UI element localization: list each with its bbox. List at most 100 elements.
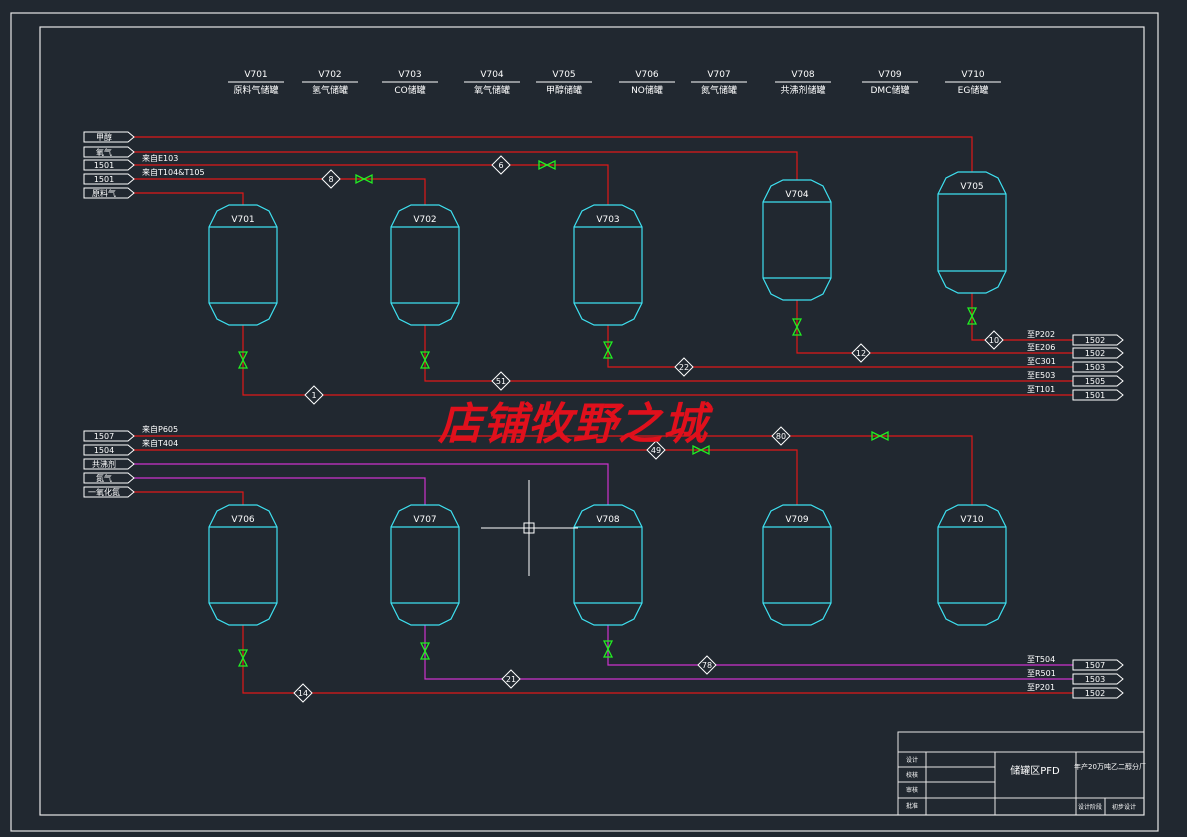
outlet-tag[interactable]: 1505 [1072, 375, 1124, 387]
legend-tag: V702 [318, 70, 341, 80]
line-note: 至R501 [1027, 669, 1056, 678]
design-stage-label: 设计阶段 [1078, 803, 1102, 811]
legend-name: CO储罐 [394, 84, 425, 96]
outlet-tag[interactable]: 1502 [1072, 687, 1124, 699]
legend-tag: V708 [791, 70, 815, 80]
vessel-v703[interactable]: V703 [573, 204, 643, 326]
outlet-tag[interactable]: 1502 [1072, 347, 1124, 359]
stream-number: 8 [321, 169, 341, 189]
svg-text:1503: 1503 [1085, 363, 1105, 372]
outlet-tag[interactable]: 1503 [1072, 673, 1124, 685]
legend-tag: V710 [961, 70, 985, 80]
stream-number: 51 [491, 371, 511, 391]
stream-number: 14 [293, 683, 313, 703]
vessel-v710[interactable]: V710 [937, 504, 1007, 626]
inlet-tag[interactable]: 甲醇 [83, 131, 135, 143]
titleblock-row-label: 批准 [906, 802, 918, 810]
stream-number: 78 [697, 655, 717, 675]
legend-name: NO储罐 [631, 84, 663, 96]
inlet-tag[interactable]: 氮气 [83, 472, 135, 484]
line-note: 至C301 [1027, 357, 1056, 366]
vessel-v701[interactable]: V701 [208, 204, 278, 326]
outlet-tag[interactable]: 1501 [1072, 389, 1124, 401]
design-stage-value: 初步设计 [1112, 803, 1136, 811]
inlet-tag[interactable]: 共沸剂 [83, 458, 135, 470]
outlet-tag[interactable]: 1507 [1072, 659, 1124, 671]
stream-number: 22 [674, 357, 694, 377]
vessel-label: V707 [413, 515, 436, 525]
pipe-no-in [133, 491, 244, 505]
vessel-label: V710 [960, 515, 984, 525]
svg-text:14: 14 [298, 689, 308, 698]
svg-text:1504: 1504 [94, 446, 114, 455]
svg-text:1502: 1502 [1085, 689, 1105, 698]
line-note: 至P202 [1027, 330, 1055, 339]
watermark-text: 店铺牧野之城 [438, 399, 708, 450]
vessel-label: V702 [413, 215, 436, 225]
titleblock-row-label: 审核 [906, 786, 918, 794]
vessel-v702[interactable]: V702 [390, 204, 460, 326]
line-note: 至T101 [1027, 385, 1055, 394]
line-note: 来自T104&T105 [142, 167, 205, 177]
stream-number: 6 [491, 155, 511, 175]
vessel-label: V703 [596, 215, 619, 225]
pipe-feed-gas [133, 192, 244, 205]
vessel-v707[interactable]: V707 [390, 504, 460, 626]
legend-name: 氮气储罐 [701, 84, 737, 96]
vessel-legend: V701 原料气储罐 V702 氢气储罐 V703 CO储罐 V704 氧气储罐 V705 甲醇储… [228, 70, 1001, 96]
svg-text:1505: 1505 [1085, 377, 1105, 386]
pipe-1501-b [133, 178, 426, 205]
svg-text:51: 51 [496, 377, 506, 386]
outlet-tag[interactable]: 1502 [1072, 334, 1124, 346]
svg-text:1501: 1501 [94, 161, 114, 170]
legend-tag: V707 [707, 70, 730, 80]
vessel-label: V704 [785, 190, 809, 200]
inlet-tag[interactable]: 原料气 [83, 187, 135, 199]
line-note: 至P201 [1027, 683, 1055, 692]
vessel-label: V708 [596, 515, 620, 525]
svg-text:1507: 1507 [1085, 661, 1105, 670]
drawing-title: 储罐区PFD [1010, 764, 1060, 777]
legend-tag: V704 [480, 70, 504, 80]
title-block: 设计校核审核批准 储罐区PFD 年产20万吨乙二醇分厂设计阶段 初步设计 [897, 731, 1146, 816]
svg-text:78: 78 [702, 661, 712, 670]
inlet-tag[interactable]: 1504 [83, 444, 135, 456]
svg-text:一氧化氮: 一氧化氮 [88, 487, 120, 497]
svg-text:8: 8 [328, 175, 333, 184]
inlet-tag[interactable]: 1501 [83, 173, 135, 185]
svg-text:共沸剂: 共沸剂 [92, 459, 116, 469]
svg-text:1: 1 [311, 391, 316, 400]
svg-text:6: 6 [498, 161, 503, 170]
pipe-oxygen [133, 151, 798, 180]
inlet-tag[interactable]: 氧气 [83, 146, 135, 158]
legend-tag: V701 [244, 70, 267, 80]
stream-number: 10 [984, 330, 1004, 350]
svg-text:1501: 1501 [1085, 391, 1105, 400]
inlet-tag[interactable]: 1507 [83, 430, 135, 442]
vessel-v708[interactable]: V708 [573, 504, 643, 626]
inlet-tag[interactable]: 1501 [83, 159, 135, 171]
vessel-label: V706 [231, 515, 255, 525]
pipe-v706-out [242, 625, 1073, 694]
legend-name: 原料气储罐 [233, 84, 278, 96]
vessel-v709[interactable]: V709 [762, 504, 832, 626]
line-note: 至T504 [1027, 655, 1055, 664]
svg-text:1502: 1502 [1085, 336, 1105, 345]
titleblock-row-label: 设计 [906, 756, 918, 764]
legend-name: DMC储罐 [871, 84, 910, 96]
line-note: 至E503 [1027, 371, 1055, 380]
legend-name: 氢气储罐 [312, 84, 348, 96]
legend-name: 甲醇储罐 [546, 84, 582, 96]
line-note: 来自T404 [142, 438, 178, 448]
svg-text:1502: 1502 [1085, 349, 1105, 358]
vessel-v706[interactable]: V706 [208, 504, 278, 626]
vessel-v705[interactable]: V705 [937, 171, 1007, 294]
vessel-label: V701 [231, 215, 254, 225]
svg-text:氧气: 氧气 [96, 147, 112, 157]
outlet-tag[interactable]: 1503 [1072, 361, 1124, 373]
svg-text:22: 22 [679, 363, 689, 372]
svg-text:氮气: 氮气 [96, 473, 112, 483]
vessel-v704[interactable]: V704 [762, 179, 832, 301]
inlet-tag[interactable]: 一氧化氮 [83, 486, 135, 498]
pipe-entrainer-in [133, 463, 609, 505]
